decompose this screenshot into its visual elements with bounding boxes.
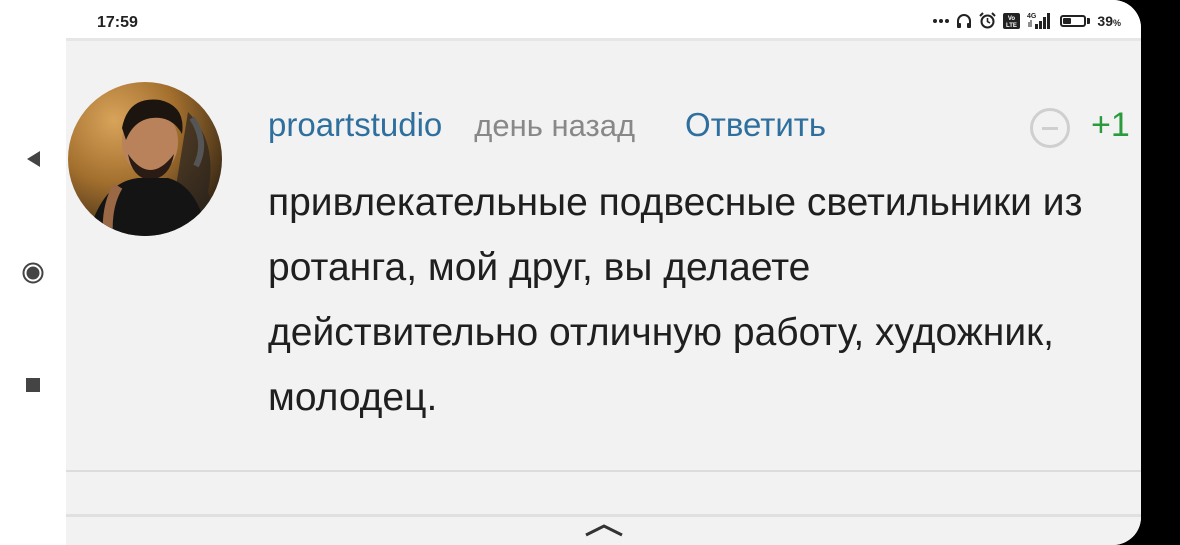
- phone-screen: 17:59 Vo LTE 4G 39% proartstudio день на…: [0, 0, 1141, 545]
- home-icon[interactable]: [22, 262, 44, 284]
- battery-icon: [1060, 14, 1091, 27]
- more-dots-icon: [933, 18, 950, 24]
- recents-icon[interactable]: [22, 374, 44, 396]
- comment-score: +1: [1091, 106, 1130, 144]
- status-icons: Vo LTE 4G 39%: [933, 12, 1121, 29]
- comment-divider: [66, 470, 1141, 472]
- svg-text:LTE: LTE: [1006, 23, 1017, 29]
- downvote-icon[interactable]: [1030, 108, 1070, 148]
- chevron-up-icon[interactable]: [584, 522, 624, 538]
- reply-button[interactable]: Ответить: [685, 106, 826, 144]
- comment-username[interactable]: proartstudio: [268, 106, 442, 144]
- back-icon[interactable]: [22, 148, 44, 170]
- svg-text:Vo: Vo: [1008, 16, 1016, 22]
- bottom-divider: [66, 514, 1141, 517]
- alarm-icon: [979, 12, 997, 29]
- status-time: 17:59: [97, 14, 138, 31]
- headphones-icon: [956, 13, 972, 29]
- volte-icon: Vo LTE: [1003, 12, 1021, 29]
- network-type-label: 4G: [1027, 13, 1037, 20]
- battery-percent: 39%: [1097, 12, 1121, 29]
- battery-fill: [1063, 17, 1072, 24]
- top-divider: [66, 38, 1141, 41]
- status-bar: 17:59 Vo LTE 4G 39%: [0, 0, 1141, 38]
- navigation-bar: [0, 38, 66, 545]
- comment-area: proartstudio день назад Ответить +1 прив…: [66, 38, 1141, 545]
- avatar[interactable]: [68, 82, 222, 236]
- comment-meta: proartstudio день назад Ответить: [268, 106, 826, 144]
- comment-time: день назад: [474, 108, 636, 143]
- signal-4g-icon: 4G: [1027, 12, 1053, 29]
- comment-text: привлекательные подвесные светильники из…: [268, 181, 1083, 419]
